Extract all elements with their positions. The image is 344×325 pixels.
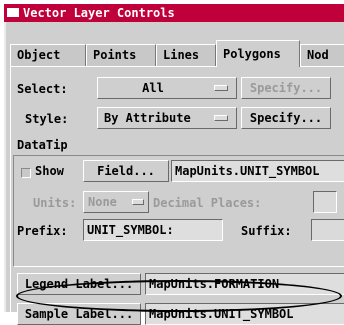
- datatip-section-label: DataTip: [17, 138, 68, 152]
- suffix-label: Suffix:: [241, 224, 292, 238]
- show-checkbox[interactable]: [21, 168, 31, 178]
- select-label: Select:: [17, 82, 68, 96]
- tab-polygons[interactable]: Polygons: [216, 40, 300, 67]
- dialog-body: Object Points Lines Polygons Nod Select:…: [4, 22, 344, 325]
- show-label: Show: [35, 164, 64, 178]
- select-value: All: [142, 81, 164, 95]
- option-menu-indicator-icon: [132, 199, 144, 205]
- tab-nodes[interactable]: Nod: [300, 44, 344, 66]
- decimal-places-input[interactable]: [313, 191, 337, 213]
- units-label: Units:: [33, 196, 77, 210]
- style-specify-button[interactable]: Specify...: [241, 107, 331, 129]
- option-menu-indicator-icon: [214, 115, 228, 121]
- window-title: Vector Layer Controls: [23, 6, 175, 20]
- style-label: Style:: [25, 112, 69, 126]
- units-value: None: [88, 195, 117, 209]
- units-option-menu[interactable]: None: [83, 191, 149, 213]
- prefix-input[interactable]: UNIT_SYMBOL:: [83, 219, 223, 241]
- vector-layer-controls-window: Vector Layer Controls Object Points Line…: [0, 0, 344, 325]
- window-menu-icon[interactable]: [7, 8, 19, 17]
- suffix-input[interactable]: [311, 219, 344, 241]
- prefix-label: Prefix:: [17, 224, 68, 238]
- tab-points[interactable]: Points: [86, 44, 156, 66]
- decimal-places-label: Decimal Places:: [153, 196, 262, 210]
- datatip-field-input[interactable]: MapUnits.UNIT_SYMBOL: [171, 160, 344, 182]
- select-option-menu[interactable]: All: [97, 77, 237, 99]
- tab-object[interactable]: Object: [10, 44, 86, 66]
- highlight-ellipse: [16, 280, 342, 312]
- datatip-field-button[interactable]: Field...: [83, 160, 169, 182]
- tab-lines[interactable]: Lines: [156, 44, 216, 66]
- select-specify-button[interactable]: Specify...: [241, 77, 331, 99]
- polygons-panel: Select: All Specify... Style: By Attribu…: [10, 66, 344, 325]
- style-value: By Attribute: [104, 111, 191, 125]
- option-menu-indicator-icon: [214, 85, 228, 91]
- style-option-menu[interactable]: By Attribute: [97, 107, 237, 129]
- title-bar[interactable]: Vector Layer Controls: [4, 4, 344, 22]
